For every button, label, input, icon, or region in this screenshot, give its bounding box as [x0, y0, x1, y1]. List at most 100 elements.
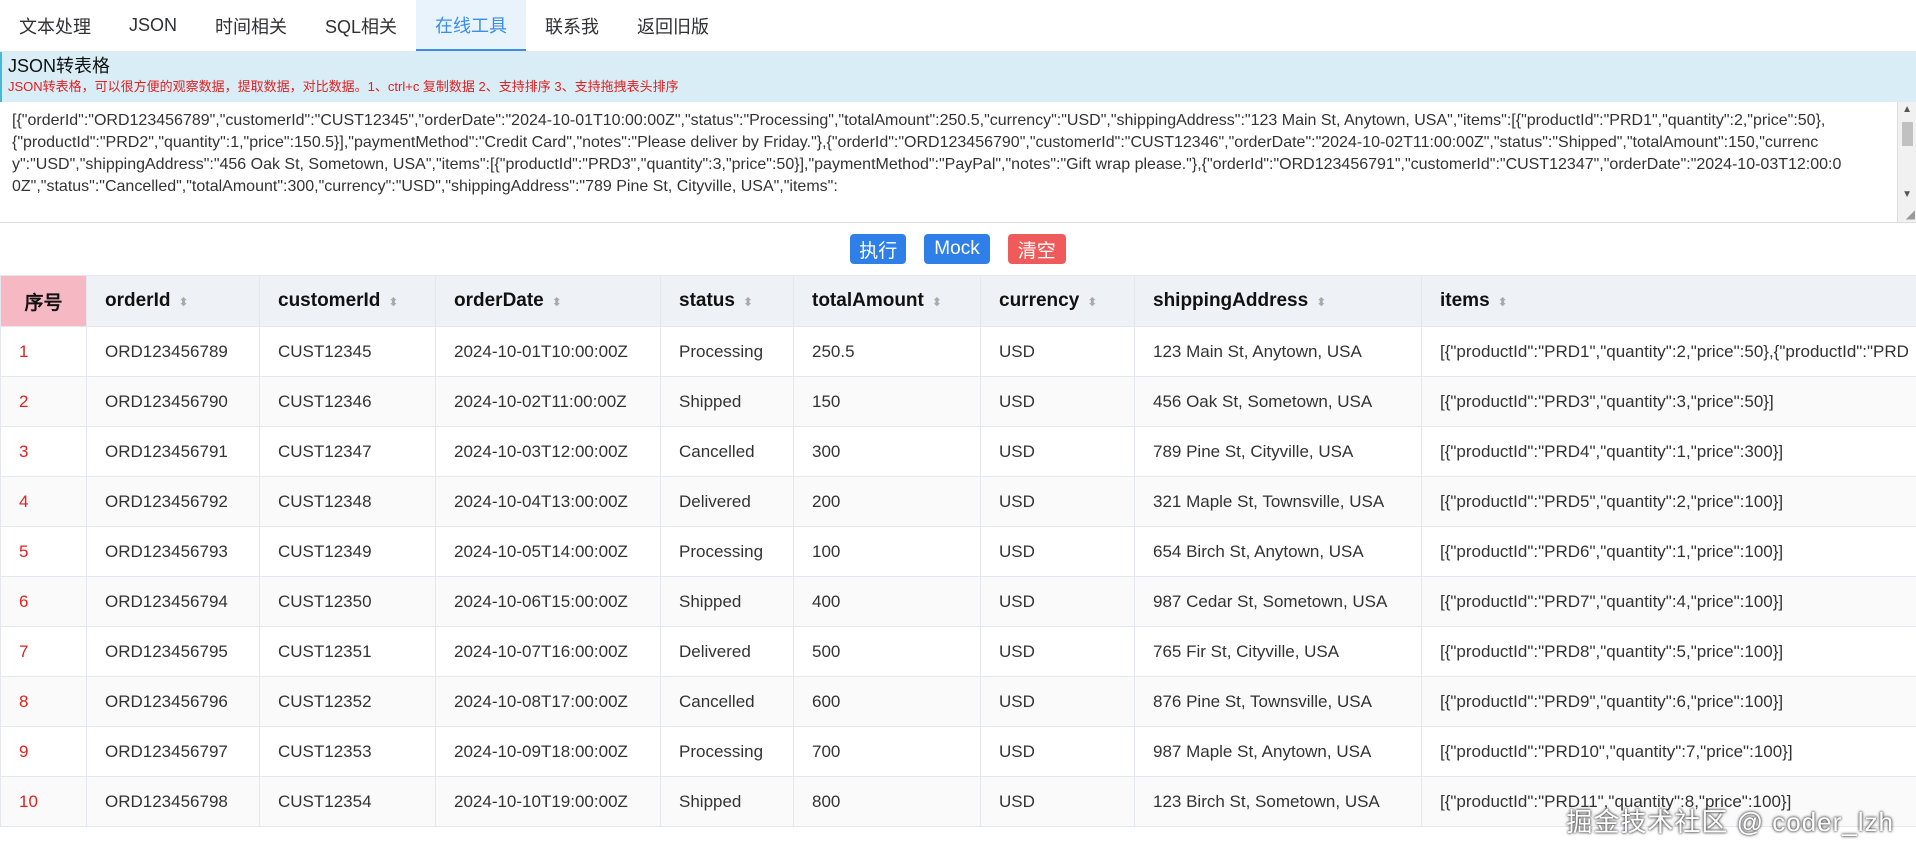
column-header-label: shippingAddress: [1153, 290, 1308, 311]
column-header-label: orderDate: [454, 290, 544, 311]
table-cell-status: Delivered: [661, 477, 794, 527]
table-cell-order-id: ORD123456790: [87, 377, 260, 427]
table-row[interactable]: 8ORD123456796CUST123522024-10-08T17:00:0…: [1, 677, 1916, 727]
sort-caret-icon[interactable]: ⬍: [552, 295, 562, 309]
sort-caret-icon[interactable]: ⬍: [1498, 295, 1508, 309]
table-cell-shipping-address: 987 Cedar St, Sometown, USA: [1135, 577, 1422, 627]
json-input-textarea[interactable]: [{"orderId":"ORD123456789","customerId":…: [0, 102, 1916, 222]
nav-contact[interactable]: 联系我: [526, 0, 618, 51]
run-button[interactable]: 执行: [850, 234, 906, 264]
column-header-status[interactable]: status ⬍: [661, 276, 794, 327]
table-row[interactable]: 5ORD123456793CUST123492024-10-05T14:00:0…: [1, 527, 1916, 577]
nav-online-tools[interactable]: 在线工具: [416, 0, 526, 51]
table-cell-currency: USD: [981, 727, 1135, 777]
nav-back-old-version[interactable]: 返回旧版: [618, 0, 728, 51]
table-cell-index: 5: [1, 527, 87, 577]
table-cell-order-date: 2024-10-08T17:00:00Z: [436, 677, 661, 727]
table-cell-order-id: ORD123456791: [87, 427, 260, 477]
column-header-index[interactable]: 序号: [1, 276, 87, 327]
table-row[interactable]: 7ORD123456795CUST123512024-10-07T16:00:0…: [1, 627, 1916, 677]
table-cell-status: Shipped: [661, 577, 794, 627]
scroll-thumb[interactable]: [1902, 122, 1913, 146]
column-header-label: 序号: [24, 293, 62, 314]
tool-info-banner: JSON转表格 JSON转表格，可以很方便的观察数据，提取数据，对比数据。1、c…: [0, 52, 1916, 102]
nav-sql[interactable]: SQL相关: [306, 0, 416, 51]
table-cell-shipping-address: 654 Birch St, Anytown, USA: [1135, 527, 1422, 577]
table-cell-order-id: ORD123456792: [87, 477, 260, 527]
table-cell-order-id: ORD123456798: [87, 777, 260, 827]
sort-caret-icon[interactable]: ⬍: [932, 295, 942, 309]
clear-button[interactable]: 清空: [1008, 234, 1066, 264]
table-cell-status: Delivered: [661, 627, 794, 677]
nav-text-processing[interactable]: 文本处理: [0, 0, 110, 51]
column-header-label: items: [1440, 290, 1490, 311]
nav-time[interactable]: 时间相关: [196, 0, 306, 51]
table-row[interactable]: 9ORD123456797CUST123532024-10-09T18:00:0…: [1, 727, 1916, 777]
sort-caret-icon[interactable]: ⬍: [178, 295, 188, 309]
table-cell-customer-id: CUST12352: [260, 677, 436, 727]
table-cell-order-date: 2024-10-05T14:00:00Z: [436, 527, 661, 577]
table-cell-items: [{"productId":"PRD9","quantity":6,"price…: [1422, 677, 1916, 727]
table-cell-order-id: ORD123456793: [87, 527, 260, 577]
table-cell-status: Cancelled: [661, 427, 794, 477]
table-cell-order-id: ORD123456794: [87, 577, 260, 627]
resize-grip-icon[interactable]: ◢: [1906, 207, 1915, 221]
table-cell-customer-id: CUST12345: [260, 327, 436, 377]
sort-caret-icon[interactable]: ⬍: [388, 295, 398, 309]
table-cell-shipping-address: 765 Fir St, Cityville, USA: [1135, 627, 1422, 677]
table-row[interactable]: 6ORD123456794CUST123502024-10-06T15:00:0…: [1, 577, 1916, 627]
scroll-down-arrow-icon[interactable]: ▼: [1902, 189, 1912, 200]
column-header-label: currency: [999, 290, 1079, 311]
sort-caret-icon[interactable]: ⬍: [1316, 295, 1326, 309]
nav-json[interactable]: JSON: [110, 0, 196, 51]
table-cell-shipping-address: 876 Pine St, Townsville, USA: [1135, 677, 1422, 727]
column-header-currency[interactable]: currency ⬍: [981, 276, 1135, 327]
table-row[interactable]: 4ORD123456792CUST123482024-10-04T13:00:0…: [1, 477, 1916, 527]
column-header-items[interactable]: items ⬍: [1422, 276, 1916, 327]
table-cell-order-id: ORD123456797: [87, 727, 260, 777]
editor-scrollbar[interactable]: ▲ ▼ ◢: [1897, 102, 1916, 222]
table-cell-order-date: 2024-10-01T10:00:00Z: [436, 327, 661, 377]
table-cell-customer-id: CUST12347: [260, 427, 436, 477]
table-cell-order-date: 2024-10-10T19:00:00Z: [436, 777, 661, 827]
table-cell-items: [{"productId":"PRD10","quantity":7,"pric…: [1422, 727, 1916, 777]
scroll-up-arrow-icon[interactable]: ▲: [1902, 104, 1912, 115]
column-header-shipping-address[interactable]: shippingAddress ⬍: [1135, 276, 1422, 327]
table-cell-order-date: 2024-10-04T13:00:00Z: [436, 477, 661, 527]
column-header-total-amount[interactable]: totalAmount⬍: [794, 276, 981, 327]
table-row[interactable]: 3ORD123456791CUST123472024-10-03T12:00:0…: [1, 427, 1916, 477]
table-cell-items: [{"productId":"PRD5","quantity":2,"price…: [1422, 477, 1916, 527]
json-editor-container: [{"orderId":"ORD123456789","customerId":…: [0, 102, 1916, 223]
table-cell-status: Processing: [661, 727, 794, 777]
table-cell-index: 3: [1, 427, 87, 477]
table-cell-currency: USD: [981, 577, 1135, 627]
table-cell-index: 8: [1, 677, 87, 727]
table-cell-status: Shipped: [661, 377, 794, 427]
column-header-customer-id[interactable]: customerId⬍: [260, 276, 436, 327]
column-header-order-id[interactable]: orderId⬍: [87, 276, 260, 327]
table-cell-shipping-address: 789 Pine St, Cityville, USA: [1135, 427, 1422, 477]
table-cell-currency: USD: [981, 427, 1135, 477]
table-cell-items: [{"productId":"PRD3","quantity":3,"price…: [1422, 377, 1916, 427]
table-cell-shipping-address: 987 Maple St, Anytown, USA: [1135, 727, 1422, 777]
sort-caret-icon[interactable]: ⬍: [743, 295, 753, 309]
mock-button[interactable]: Mock: [924, 234, 989, 264]
sort-caret-icon[interactable]: ⬍: [1087, 295, 1097, 309]
table-cell-order-date: 2024-10-03T12:00:00Z: [436, 427, 661, 477]
table-cell-items: [{"productId":"PRD1","quantity":2,"price…: [1422, 327, 1916, 377]
table-cell-index: 7: [1, 627, 87, 677]
table-cell-total-amount: 500: [794, 627, 981, 677]
table-cell-index: 6: [1, 577, 87, 627]
table-cell-customer-id: CUST12349: [260, 527, 436, 577]
table-cell-customer-id: CUST12348: [260, 477, 436, 527]
watermark: 掘金技术社区 @ coder_lzh: [1566, 802, 1894, 839]
table-cell-index: 9: [1, 727, 87, 777]
column-header-label: status: [679, 290, 735, 311]
table-row[interactable]: 2ORD123456790CUST123462024-10-02T11:00:0…: [1, 377, 1916, 427]
table-cell-total-amount: 400: [794, 577, 981, 627]
top-navigation: 文本处理 JSON 时间相关 SQL相关 在线工具 联系我 返回旧版: [0, 0, 1916, 52]
column-header-order-date[interactable]: orderDate ⬍: [436, 276, 661, 327]
table-cell-index: 10: [1, 777, 87, 827]
table-cell-total-amount: 800: [794, 777, 981, 827]
table-row[interactable]: 1ORD123456789CUST123452024-10-01T10:00:0…: [1, 327, 1916, 377]
